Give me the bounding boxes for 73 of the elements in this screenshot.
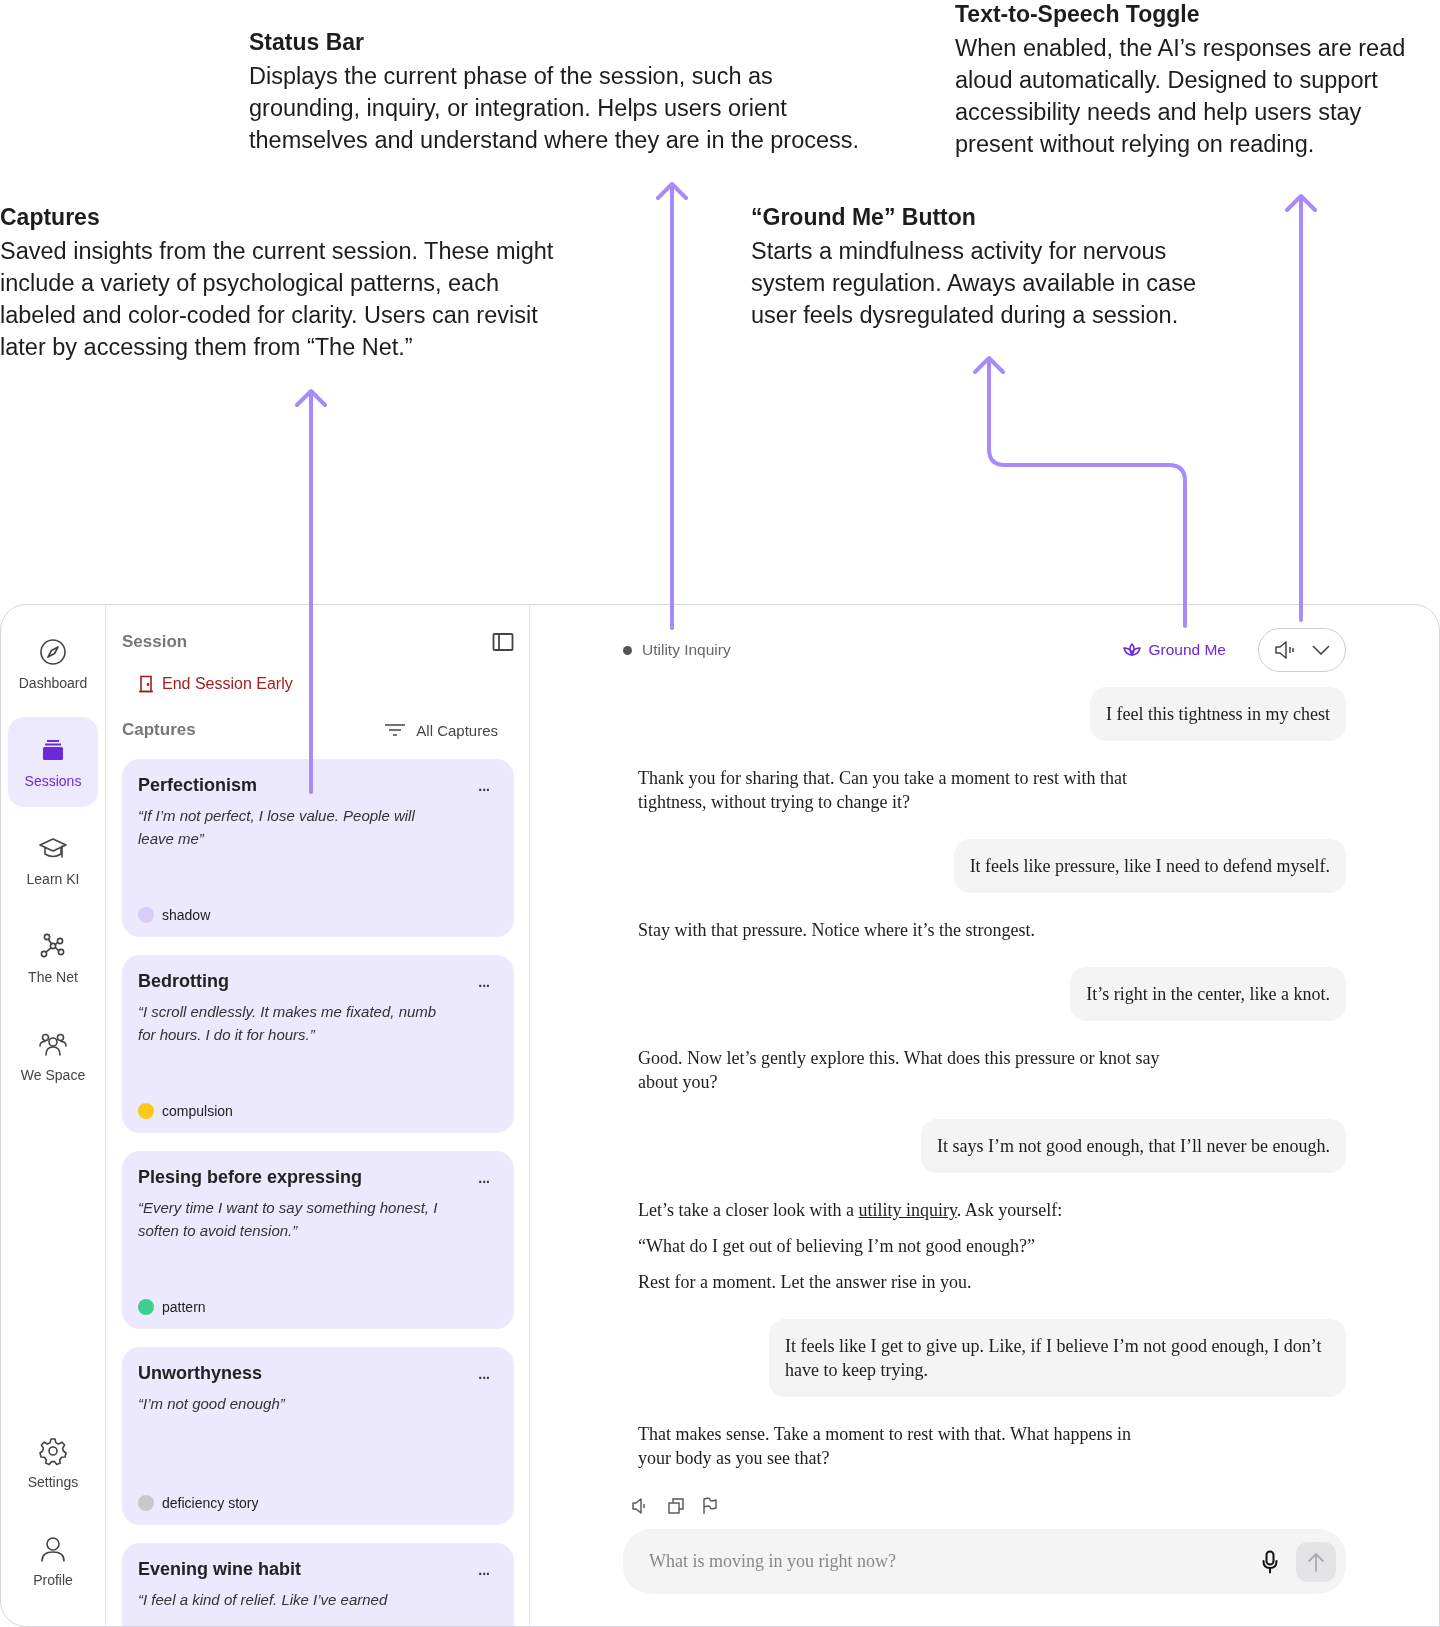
filter-button[interactable]: All Captures [384,721,514,739]
annotation-text: Starts a mindfulness activity for nervous system regulation. Aways available in case user feels dysregulated during a session. [751,237,1197,330]
status-dot [623,645,632,655]
person-icon [38,1534,68,1564]
capture-card[interactable]: Evening wine habit ... “I feel a kind of relief. Like I’ve earned [122,1543,514,1626]
nav-item[interactable]: We Space [8,1011,98,1101]
capture-title: Plesing before expressing [138,1167,363,1188]
capture-quote: “I’m not good enough” [138,1394,287,1414]
panel-title: Session [122,632,188,652]
capture-card[interactable]: Plesing before expressing ... “Every time I want to say something honest, I soften to avoid tension.” pattern [122,1151,514,1329]
filter-icon [384,722,407,738]
capture-quote: “If I’m not perfect, I lose value. People will leave me” [138,806,416,849]
assistant-message: Good. Now let’s gently explore this. What does this pressure or knot say about you? [638,1047,1161,1094]
assistant-message: “What do I get out of believing I’m not good enough?” [638,1235,1036,1258]
section-title: Captures [122,720,196,740]
user-message: It feels like I get to give up. Like, if I believe I’m not good enough, I don’t have to keep trying. [769,1319,1346,1397]
microphone-icon[interactable] [1262,1549,1278,1574]
compass-icon [38,637,68,667]
capture-card[interactable]: Bedrotting ... “I scroll endlessly. It makes me fixated, numb for hours. I do it for hours.” compulsion [122,955,514,1133]
door-icon [138,675,154,693]
capture-title: Bedrotting [138,971,229,992]
inquiry-link[interactable]: utility inquiry [858,1200,957,1220]
user-message: I feel this tightness in my chest [1090,687,1346,741]
more-button[interactable]: ... [470,1169,498,1186]
capture-quote: “I feel a kind of relief. Like I’ve earned [138,1590,389,1610]
annotation-text: Displays the current phase of the session, such as grounding, inquiry, or integration. Helps users orient themselves and understand where they are in the process. [249,62,861,155]
capture-card[interactable]: Perfectionism ... “If I’m not perfect, I lose value. People will leave me” shadow [122,759,514,937]
annotation-title: Status Bar [249,28,366,56]
assistant-message: Rest for a moment. Let the answer rise in you. [638,1271,973,1294]
capture-title: Perfectionism [138,775,258,796]
end-session-button[interactable]: End Session Early [138,671,293,697]
capture-quote: “Every time I want to say something honest, I soften to avoid tension.” [138,1198,439,1241]
capture-title: Evening wine habit [138,1559,302,1580]
phase-label: Utility Inquiry [642,641,731,659]
annotation-text: When enabled, the AI’s responses are read aloud automatically. Designed to support accessibility needs and help users stay present without relying on reading. [955,34,1407,159]
tag-label: deficiency story [162,1495,259,1511]
message-field[interactable]: What is moving in you right now? [623,1529,1346,1594]
assistant-message: That makes sense. Take a moment to rest with that. What happens in your body as you see that? [638,1423,1132,1470]
nav-item[interactable]: Sessions [8,717,98,807]
user-message: It’s right in the center, like a knot. [1070,967,1346,1021]
user-message: It feels like pressure, like I need to defend myself. [953,839,1346,893]
copy-icon[interactable] [667,1497,685,1515]
more-button[interactable]: ... [470,777,498,794]
chevron-down-icon [1312,645,1330,655]
capture-card[interactable]: Unworthyness ... “I’m not good enough” deficiency story [122,1347,514,1525]
more-button[interactable]: ... [470,1561,498,1578]
message-input[interactable]: What is moving in you right now? [647,1550,1244,1573]
assistant-message: Thank you for sharing that. Can you take a moment to rest with that tightness, without trying to change it? [638,767,1128,814]
nav-item[interactable]: Learn KI [8,815,98,905]
capture-quote: “I scroll endlessly. It makes me fixated, numb for hours. I do it for hours.” [138,1002,438,1045]
more-button[interactable]: ... [470,973,498,990]
capture-title: Unworthyness [138,1363,263,1384]
lotus-icon [1122,642,1143,658]
nav-item[interactable]: The Net [8,913,98,1003]
annotation-title: Text-to-Speech Toggle [955,0,1201,28]
nav-item[interactable]: Settings [8,1418,98,1508]
assistant-message: Stay with that pressure. Notice where it’s the strongest. [638,919,1036,942]
gear-icon [38,1436,68,1466]
arrow-up-icon [1307,1551,1325,1572]
sidebar-toggle-icon[interactable] [492,632,514,652]
tag-label: compulsion [162,1103,233,1119]
ground-me-button[interactable]: Ground Me [1116,640,1232,660]
nav-item[interactable]: Dashboard [8,619,98,709]
tag-label: shadow [162,907,211,923]
user-message: It says I’m not good enough, that I’ll never be enough. [921,1119,1346,1173]
annotation-text: Saved insights from the current session. These might include a variety of psychological patterns, each labeled and color-coded for clarity. Users can revisit later by accessing them from “The Net.” [0,237,555,362]
tag-label: pattern [162,1299,206,1315]
annotation-title: Captures [0,203,101,231]
flag-icon[interactable] [701,1497,719,1515]
assistant-message: Let’s take a closer look with a utility inquiry. Ask yourself: [638,1199,1064,1222]
annotation-title: “Ground Me” Button [751,203,977,231]
more-button[interactable]: ... [470,1365,498,1382]
nav-item[interactable]: Profile [8,1516,98,1606]
